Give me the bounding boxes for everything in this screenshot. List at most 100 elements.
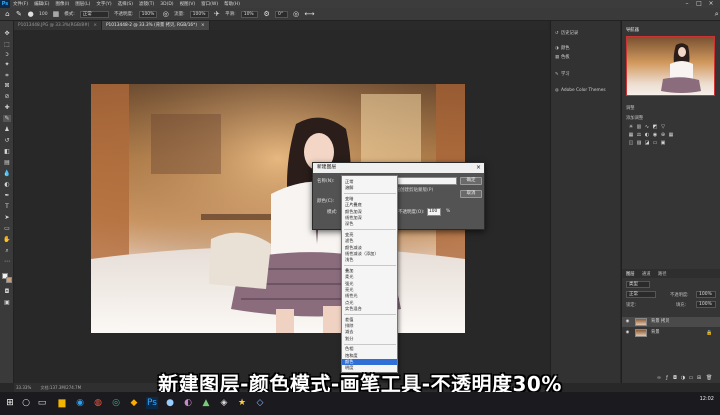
blend-mode-option[interactable]: 颜色减淡 [345,245,362,251]
gradient-map-icon[interactable]: ▭ [652,140,658,146]
browser-icon[interactable]: ◉ [74,397,86,409]
close-window-icon[interactable]: × [706,0,716,8]
blend-mode-option[interactable]: 色相 [345,346,353,352]
eraser-tool-icon[interactable]: ◧ [3,148,11,155]
task-view-icon[interactable]: ▭ [36,397,48,409]
file-explorer-icon[interactable]: ▆ [56,397,68,409]
menu-filter[interactable]: 滤镜(T) [136,1,157,7]
type-tool-icon[interactable]: T [3,203,11,210]
fill-field[interactable]: 100% [696,301,716,308]
vibrance-icon[interactable]: ▽ [660,124,666,130]
tab-navigator[interactable]: 导航器 [626,27,639,33]
blend-mode-option[interactable]: 强光 [345,281,353,287]
healing-tool-icon[interactable]: ✚ [3,104,11,111]
color-lookup-icon[interactable]: ▦ [668,132,674,138]
frame-tool-icon[interactable]: ⊠ [3,82,11,89]
levels-icon[interactable]: ▥ [636,124,642,130]
brightness-icon[interactable]: ☀ [628,124,634,130]
layer-opacity-field[interactable]: 100% [696,291,716,298]
more-tools-icon[interactable]: ⋯ [3,258,11,265]
quick-mask-icon[interactable]: ◘ [3,288,11,295]
opacity-field[interactable]: 100% [138,10,158,18]
panel-color[interactable]: ◑ 颜色 [555,45,570,51]
menu-view[interactable]: 视图(V) [177,1,199,7]
pressure-size-icon[interactable]: ◎ [293,10,300,18]
zoom-tool-icon[interactable]: ⌕ [3,247,11,254]
color-balance-icon[interactable]: ⚖ [636,132,642,138]
photo-filter-icon[interactable]: ◉ [652,132,658,138]
tab-layers[interactable]: 图层 [626,271,635,277]
blend-mode-option[interactable]: 点光 [345,300,353,306]
brush-tool-icon[interactable]: ✎ [16,10,23,18]
menu-layer[interactable]: 图层(L) [72,1,93,7]
blend-mode-option[interactable]: 深色 [345,221,353,227]
panel-learn[interactable]: ✎ 学习 [555,71,570,77]
search-icon[interactable]: ○ [20,397,32,409]
panel-swatches[interactable]: ▦ 色板 [555,54,570,60]
invert-icon[interactable]: ◫ [628,140,634,146]
opacity-input[interactable]: 100 [427,208,441,216]
hand-tool-icon[interactable]: ✋ [3,236,11,243]
app-icon[interactable]: ◇ [254,397,266,409]
angle-field[interactable]: 0° [275,10,288,18]
blend-mode-option[interactable]: 差值 [345,317,353,323]
channel-mixer-icon[interactable]: ⊕ [660,132,666,138]
menu-window[interactable]: 窗口(W) [198,1,221,7]
tab-histogram[interactable]: 调整 [626,105,635,111]
blend-mode-option[interactable]: 叠加 [345,268,353,274]
photoshop-taskbar-icon[interactable]: Ps [146,397,158,409]
blend-mode-option[interactable]: 实色混合 [345,306,362,312]
posterize-icon[interactable]: ▨ [636,140,642,146]
screen-mode-icon[interactable]: ▣ [3,299,11,306]
menu-file[interactable]: 文件(F) [10,1,31,7]
tab-channels[interactable]: 通道 [642,271,651,277]
background-color-swatch[interactable] [6,277,12,283]
blur-tool-icon[interactable]: 💧 [3,170,11,177]
eye-icon[interactable]: ◉ [625,328,630,338]
brush-panel-icon[interactable]: ▦ [53,10,60,18]
app-icon[interactable]: ◈ [218,397,230,409]
hue-icon[interactable]: ▦ [628,132,634,138]
layer-blend-mode[interactable]: 正常 [626,291,656,298]
app-icon[interactable]: ★ [236,397,248,409]
menu-type[interactable]: 文字(Y) [93,1,114,7]
black-white-icon[interactable]: ◐ [644,132,650,138]
menu-edit[interactable]: 编辑(E) [31,1,52,7]
marquee-tool-icon[interactable]: ⬚ [3,41,11,48]
exposure-icon[interactable]: ◩ [652,124,658,130]
blend-mode-option[interactable]: 减去 [345,329,353,335]
menu-help[interactable]: 帮助(H) [221,1,243,7]
panel-history[interactable]: ↺ 历史记录 [555,30,578,36]
app-icon[interactable]: ◎ [110,397,122,409]
pressure-opacity-icon[interactable]: ◎ [162,10,169,18]
curves-icon[interactable]: ∿ [644,124,650,130]
smoothing-field[interactable]: 10% [240,10,259,18]
lasso-tool-icon[interactable]: ↄ [3,51,11,58]
symmetry-icon[interactable]: ⟷ [304,10,314,18]
mode-select[interactable]: 正常 [79,10,110,18]
close-icon[interactable]: × [93,23,97,28]
search-icon[interactable]: ⌕ [713,10,720,18]
blend-mode-option[interactable]: 浅色 [345,257,353,263]
pen-tool-icon[interactable]: ✒ [3,192,11,199]
menu-select[interactable]: 选择(S) [115,1,136,7]
app-icon[interactable]: ● [164,397,176,409]
gradient-tool-icon[interactable]: ▤ [3,159,11,166]
tab-document-2[interactable]: P1013448-2 @ 33.3% (背景 拷贝, RGB/16*) × [101,21,210,30]
windows-start-icon[interactable]: ⊞ [4,397,16,409]
flow-field[interactable]: 100% [189,10,209,18]
eye-icon[interactable]: ◉ [625,317,630,327]
blend-mode-option[interactable]: 颜色加深 [345,209,362,215]
app-icon[interactable]: ◆ [128,397,140,409]
threshold-icon[interactable]: ◪ [644,140,650,146]
layer-row[interactable]: ◉ 背景 拷贝 [622,317,720,327]
app-icon[interactable]: ▲ [200,397,212,409]
blend-mode-option[interactable]: 划分 [345,336,353,342]
close-icon[interactable]: × [476,163,481,173]
brush-size[interactable]: 100 [39,12,48,17]
app-icon[interactable]: ◍ [92,397,104,409]
blend-mode-option[interactable]: 线性光 [345,293,358,299]
path-select-tool-icon[interactable]: ➤ [3,214,11,221]
maximize-icon[interactable]: □ [694,0,704,8]
clone-stamp-tool-icon[interactable]: ♟ [3,126,11,133]
